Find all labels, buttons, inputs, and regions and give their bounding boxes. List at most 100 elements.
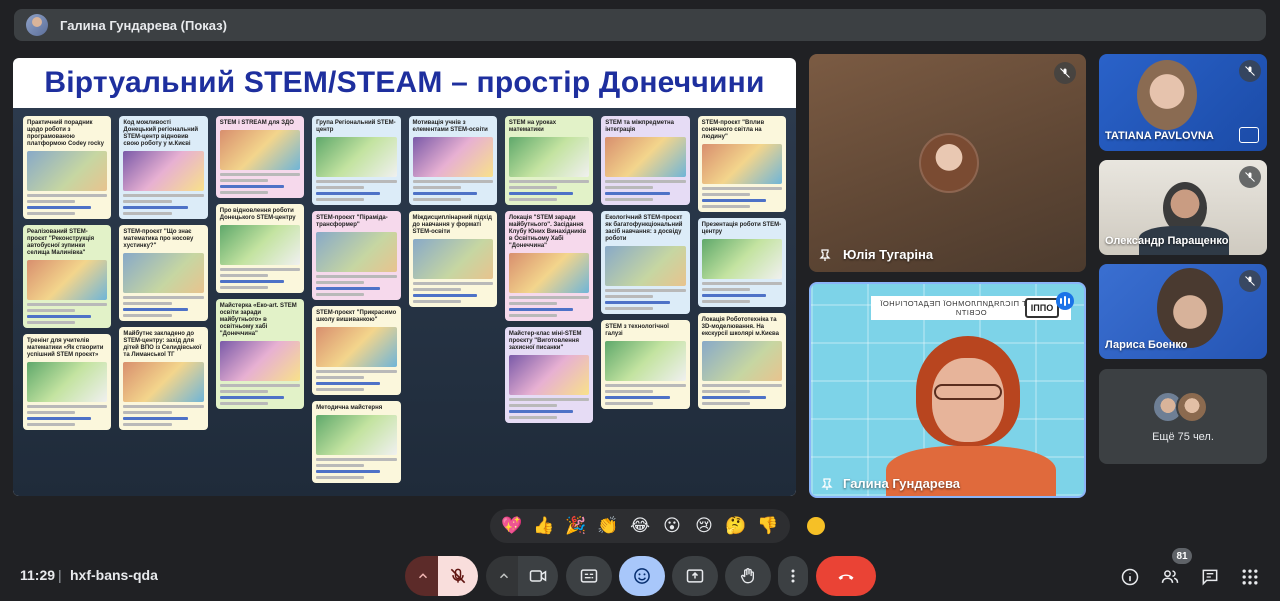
padlet-card-image: [316, 415, 397, 455]
reaction-button[interactable]: 🤔: [724, 516, 748, 536]
present-icon: [686, 569, 704, 583]
reaction-button[interactable]: 😂: [628, 516, 652, 536]
padlet-text-line: [508, 410, 574, 413]
padlet-card-title: Майстер-клас міні-STEM проєкту "Виготовл…: [508, 331, 582, 351]
participant-tile-olexandr[interactable]: Олександр Паращенко: [1099, 160, 1267, 255]
reaction-button[interactable]: 👍: [532, 516, 556, 536]
mic-off-icon: [1239, 270, 1261, 292]
reaction-button[interactable]: 😮: [660, 516, 684, 536]
participant-tile-tatiana[interactable]: TATIANA PAVLOVNA: [1099, 54, 1267, 151]
padlet-text-line: [27, 423, 76, 426]
padlet-text-line: [219, 390, 268, 393]
padlet-text-line: [316, 192, 381, 195]
reactions-bar: 💖 👍 🎉 👏 😂 😮 😢 🤔 👎: [490, 509, 790, 543]
reaction-button[interactable]: 👎: [756, 516, 780, 536]
participant-name: Юлія Тугаріна: [843, 247, 934, 262]
skin-tone-button[interactable]: [807, 517, 825, 535]
present-screen-button[interactable]: [672, 556, 718, 596]
speaking-indicator-icon: [1056, 292, 1074, 310]
padlet-text-line: [27, 194, 108, 197]
padlet-text-line: [508, 416, 558, 419]
padlet-card: STEM та міжпредметна інтеграція: [601, 116, 690, 205]
reaction-button[interactable]: 💖: [500, 516, 524, 536]
participant-name: Олександр Паращенко: [1105, 235, 1229, 247]
padlet-card-title: Міждисциплінарний підхід до навчання у ф…: [412, 215, 492, 235]
captions-button[interactable]: [566, 556, 612, 596]
participant-tile-galina[interactable]: ІНСТИТУТ ПІСЛЯДИПЛОМНОЇ ПЕДАГОГІЧНОЇ ОСВ…: [809, 282, 1086, 498]
participant-tile-larysa[interactable]: Лариса Боенко: [1099, 264, 1267, 359]
padlet-text-line: [605, 390, 654, 393]
audio-options-button[interactable]: [405, 556, 441, 596]
padlet-text-line: [701, 193, 750, 196]
mic-off-icon: [1239, 60, 1261, 82]
padlet-text-line: [701, 396, 766, 399]
padlet-card-title: Локація Робототехніка та 3D-моделювання.…: [701, 317, 779, 337]
chevron-up-icon: [418, 573, 428, 579]
padlet-card: Група Регіональний STEM-центр: [312, 116, 401, 205]
padlet-text-line: [412, 288, 461, 291]
reaction-button[interactable]: 🎉: [564, 516, 588, 536]
participant-tile-julia[interactable]: Юлія Тугаріна: [809, 54, 1086, 272]
padlet-text-line: [701, 199, 766, 202]
padlet-text-line: [412, 198, 461, 201]
padlet-text-line: [316, 198, 365, 201]
reaction-button[interactable]: 👏: [596, 516, 620, 536]
mic-off-icon: [450, 568, 466, 584]
mic-toggle-button[interactable]: [438, 556, 478, 596]
padlet-text-line: [219, 185, 285, 188]
padlet-card: STEM на уроках математики: [504, 116, 594, 205]
padlet-text-line: [605, 396, 670, 399]
padlet-card: Локація Робототехніка та 3D-моделювання.…: [697, 313, 786, 409]
padlet-text-line: [605, 402, 654, 405]
meet-window: Галина Гундарева (Показ) Віртуальний STE…: [0, 0, 1280, 601]
activities-button[interactable]: [1239, 566, 1261, 588]
padlet-text-line: [219, 384, 301, 387]
meeting-details-button[interactable]: [1119, 566, 1141, 588]
padlet-card: STEM і STREAM для ЗДО: [215, 116, 305, 198]
leave-call-button[interactable]: [816, 556, 876, 596]
padlet-text-line: [605, 192, 670, 195]
reaction-button[interactable]: 😢: [692, 516, 716, 536]
padlet-text-line: [27, 411, 76, 414]
participant-name: TATIANA PAVLOVNA: [1105, 130, 1214, 142]
padlet-card-image: [701, 341, 782, 381]
padlet-text-line: [219, 396, 285, 399]
padlet-text-line: [605, 384, 686, 387]
people-button[interactable]: [1159, 566, 1181, 588]
padlet-text-line: [219, 173, 301, 176]
camera-toggle-button[interactable]: [518, 556, 558, 596]
padlet-column: STEM на уроках математики Локація "STEM з…: [504, 116, 594, 488]
padlet-text-line: [508, 404, 558, 407]
mic-off-icon: [1239, 166, 1261, 188]
padlet-text-line: [27, 321, 76, 324]
padlet-card-title: STEM-проєкт "Піраміда-трансформер": [316, 215, 388, 228]
padlet-text-line: [27, 212, 76, 215]
padlet-column: Код можливості Донецький регіональний ST…: [119, 116, 208, 488]
clock: 11:29: [20, 567, 56, 583]
pin-icon: [821, 478, 833, 490]
padlet-text-line: [316, 287, 381, 290]
padlet-text-line: [412, 180, 493, 183]
padlet-text-line: [701, 402, 750, 405]
meeting-code: hxf-bans-qda: [70, 567, 158, 583]
padlet-text-line: [27, 206, 92, 209]
padlet-card-image: [219, 225, 301, 265]
padlet-text-line: [27, 417, 92, 420]
video-options-button[interactable]: [486, 556, 522, 596]
raise-hand-button[interactable]: [725, 556, 771, 596]
emoji-reactions-button[interactable]: [619, 556, 665, 596]
padlet-text-line: [316, 376, 365, 379]
padlet-text-line: [508, 398, 590, 401]
chat-button[interactable]: [1199, 566, 1221, 588]
padlet-card-title: Презентація роботи STEM-центру: [701, 222, 782, 235]
padlet-card-image: [605, 137, 686, 177]
padlet-card-title: STEM на уроках математики: [508, 120, 557, 133]
padlet-text-line: [316, 464, 365, 467]
more-options-button[interactable]: [778, 556, 808, 596]
padlet-text-line: [219, 286, 268, 289]
padlet-text-line: [123, 417, 188, 420]
padlet-text-line: [219, 179, 268, 182]
padlet-card-title: STEM з технологічної галузі: [605, 324, 669, 337]
padlet-card-title: STEM і STREAM для ЗДО: [219, 120, 294, 126]
more-participants-tile[interactable]: Ещё 75 чел.: [1099, 369, 1267, 464]
